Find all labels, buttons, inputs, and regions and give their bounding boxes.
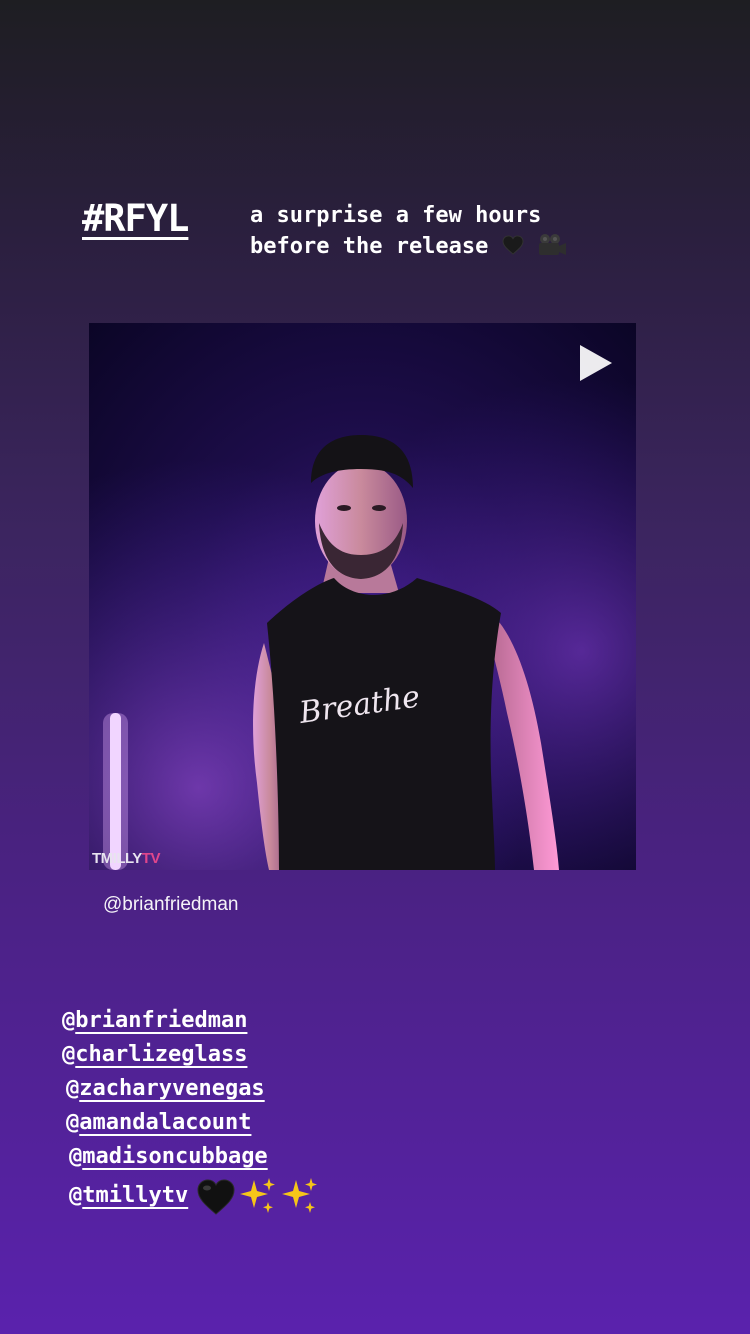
- play-icon[interactable]: [578, 343, 614, 383]
- mention-handle: brianfriedman: [75, 1008, 248, 1033]
- post-author-link[interactable]: @brianfriedman: [103, 894, 238, 916]
- mention-at: @: [66, 1076, 80, 1101]
- watermark-accent: TV: [141, 850, 161, 867]
- post-photo: Breathe: [89, 323, 636, 870]
- mention-handle: charlizeglass: [75, 1042, 248, 1067]
- black-heart-icon: [197, 1179, 235, 1215]
- mentions-list: @brianfriedman @charlizeglass @zacharyve…: [62, 1006, 320, 1215]
- mention-madisoncubbage[interactable]: @madisoncubbage: [62, 1142, 320, 1176]
- sparkles-icon: [240, 1178, 276, 1213]
- movie-camera-icon: [538, 234, 566, 255]
- caption-line-1: a surprise a few hours: [250, 203, 542, 228]
- mention-charlizeglass[interactable]: @charlizeglass: [62, 1040, 320, 1074]
- caption-line-2: before the release: [250, 231, 670, 262]
- mention-tmillytv[interactable]: @tmillytv: [62, 1176, 320, 1215]
- mention-handle: madisoncubbage: [82, 1144, 268, 1169]
- mention-zacharyvenegas[interactable]: @zacharyvenegas: [62, 1074, 320, 1108]
- story-caption: a surprise a few hours before the releas…: [250, 200, 670, 262]
- mention-at: @: [69, 1183, 83, 1208]
- sparkles-icon: [282, 1178, 318, 1213]
- shared-post-thumbnail[interactable]: Breathe TMILLYTV: [89, 323, 636, 870]
- mention-at: @: [66, 1110, 80, 1135]
- black-heart-icon: [502, 235, 524, 255]
- mention-brianfriedman[interactable]: @brianfriedman: [62, 1006, 320, 1040]
- mention-handle: amandalacount: [79, 1110, 252, 1135]
- story-hashtag[interactable]: #RFYL: [82, 197, 189, 241]
- watermark-main: TMILLY: [92, 850, 142, 867]
- mention-amandalacount[interactable]: @amandalacount: [62, 1108, 320, 1142]
- mention-handle: zacharyvenegas: [79, 1076, 265, 1101]
- mention-at: @: [69, 1144, 83, 1169]
- mention-handle: tmillytv: [82, 1183, 189, 1208]
- mention-at: @: [62, 1008, 76, 1033]
- mention-at: @: [62, 1042, 76, 1067]
- tmilly-tv-watermark: TMILLYTV: [92, 850, 160, 867]
- caption-line-2-text: before the release: [250, 234, 489, 259]
